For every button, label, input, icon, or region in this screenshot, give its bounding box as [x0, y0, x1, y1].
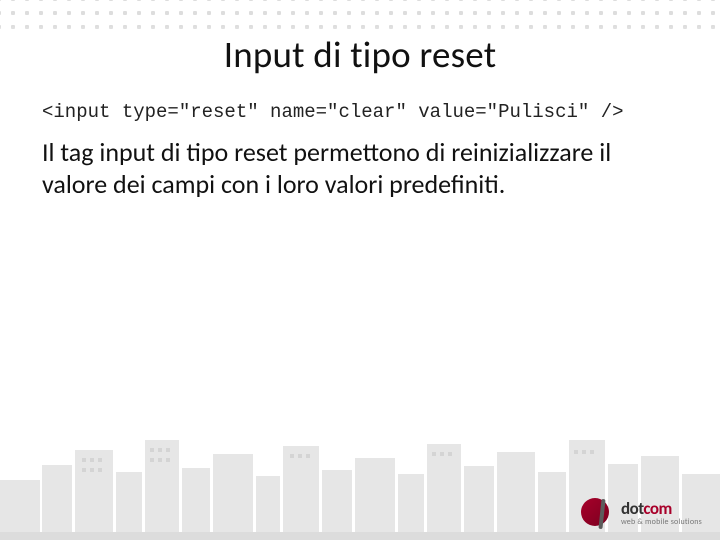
footer-logo: dotcom web & mobile solutions	[581, 496, 702, 530]
slide-title: Input di tipo reset	[42, 32, 678, 77]
logo-tagline: web & mobile solutions	[621, 518, 702, 526]
body-paragraph: Il tag input di tipo reset permettono di…	[42, 137, 678, 200]
logo-mark-icon	[581, 496, 615, 530]
logo-brand-text: dotcom	[621, 500, 702, 517]
slide-content: Input di tipo reset <input type="reset" …	[0, 0, 720, 540]
code-example: <input type="reset" name="clear" value="…	[42, 101, 678, 123]
logo-brand-suffix: com	[643, 498, 672, 519]
logo-brand-prefix: dot	[621, 498, 643, 519]
